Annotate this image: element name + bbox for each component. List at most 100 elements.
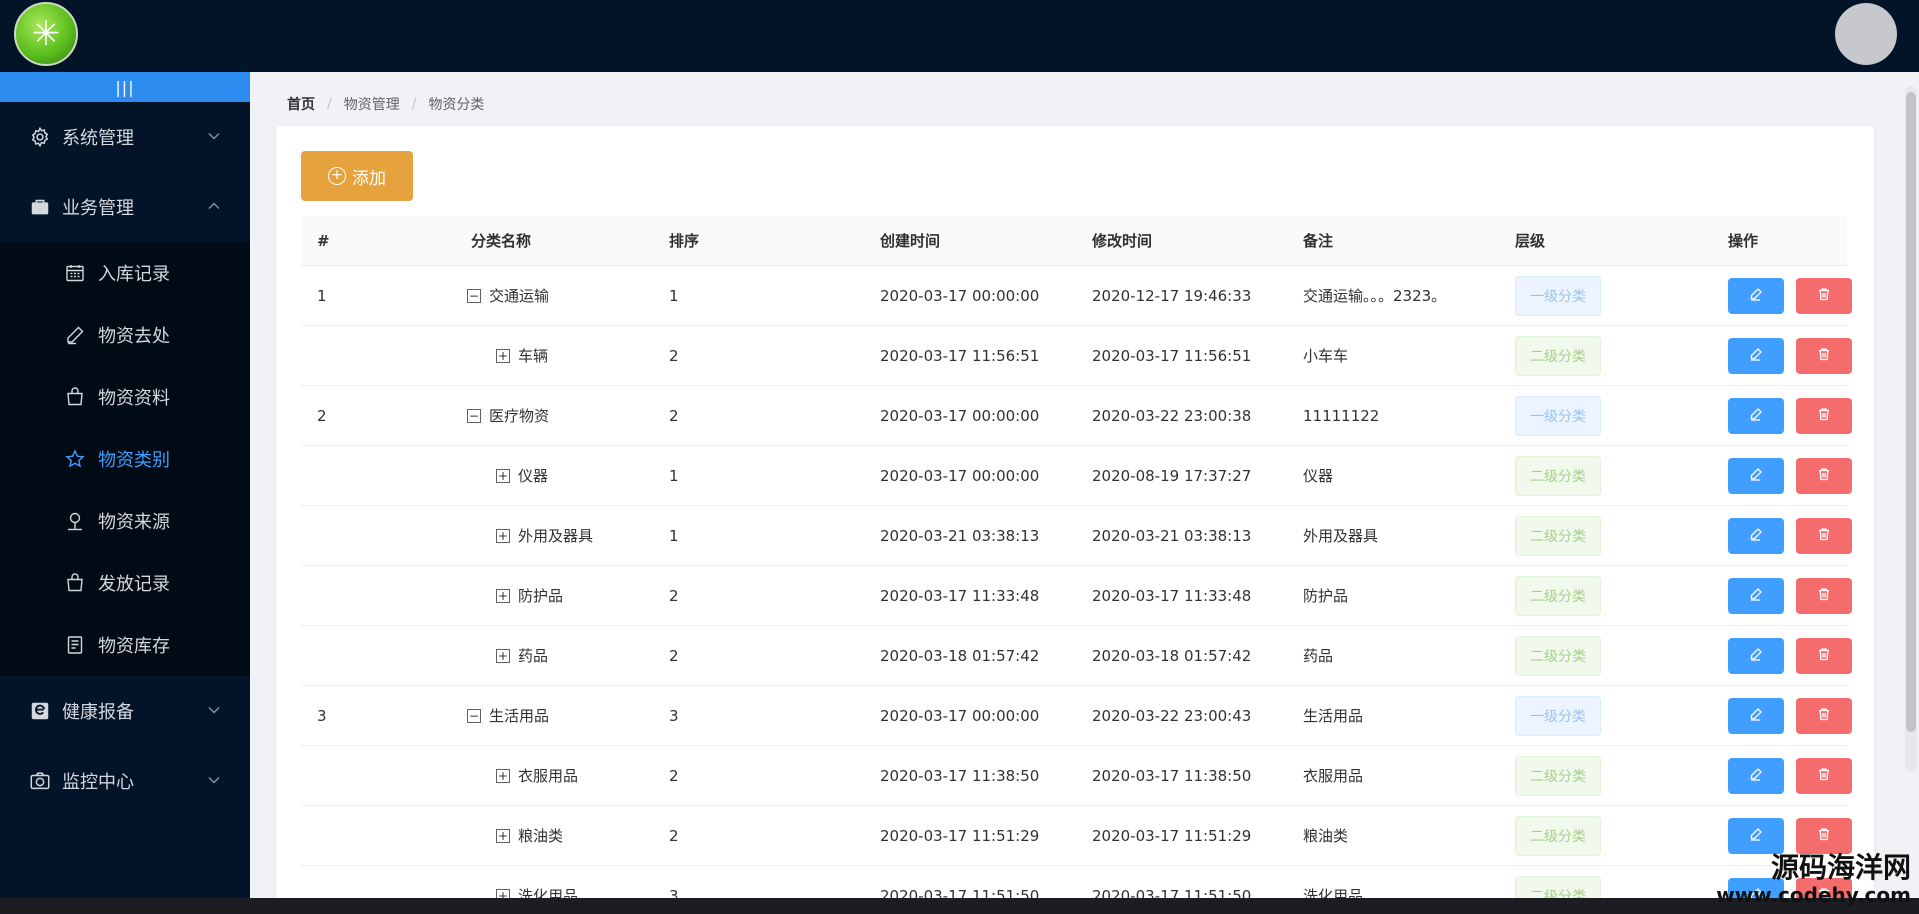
delete-button[interactable] (1796, 337, 1852, 374)
breadcrumb-home[interactable]: 首页 (287, 94, 315, 114)
camera-icon (28, 769, 52, 793)
cell-actions (1728, 457, 1919, 494)
add-button[interactable]: + 添加 (301, 151, 413, 201)
delete-button[interactable] (1796, 277, 1852, 314)
trash-icon (1817, 527, 1831, 545)
level-tag: 一级分类 (1515, 395, 1601, 436)
delete-button[interactable] (1796, 397, 1852, 434)
sidebar-group-monitor[interactable]: 监控中心 (0, 746, 250, 816)
collapse-icon[interactable]: − (467, 408, 481, 423)
cell-index: 3 (317, 706, 327, 725)
collapse-icon[interactable]: − (467, 288, 481, 303)
column-header-actions: 操作 (1728, 232, 1759, 250)
sidebar-item-distribution-records[interactable]: 发放记录 (0, 552, 250, 614)
expand-icon[interactable]: + (496, 588, 510, 603)
cell-actions (1728, 397, 1919, 434)
watermark-line2: www.codehy.com (1716, 883, 1911, 907)
edit-button[interactable] (1728, 697, 1784, 734)
trash-icon (1817, 347, 1831, 365)
cell-name-text: 医疗物资 (489, 407, 550, 425)
page-scrollbar[interactable] (1905, 86, 1917, 772)
delete-button[interactable] (1796, 577, 1852, 614)
column-header-created: 创建时间 (880, 232, 941, 250)
table-row: 2− 医疗物资 2 2020-03-17 00:00:00 2020-03-22 23:… (301, 386, 1852, 446)
level-tag: 二级分类 (1515, 575, 1601, 616)
cell-name-text: 药品 (518, 647, 549, 665)
sidebar-item-material-data[interactable]: 物资资料 (0, 366, 250, 428)
cell-created: 2020-03-17 11:51:29 (880, 826, 1040, 845)
business-submenu: 入库记录 物资去处 物资资料 物资类别 物资来源 发放记录 物资库存 (0, 242, 250, 676)
table-row: + 粮油类 2 2020-03-17 11:51:29 2020-03-17 11:51… (301, 806, 1852, 866)
edit-button[interactable] (1728, 277, 1784, 314)
column-header-index: # (317, 231, 330, 250)
expand-icon[interactable]: + (496, 828, 510, 843)
sidebar-item-material-source[interactable]: 物资来源 (0, 490, 250, 552)
briefcase-icon (28, 195, 52, 219)
cell-created: 2020-03-18 01:57:42 (880, 646, 1040, 665)
edit-button[interactable] (1728, 517, 1784, 554)
cell-name-text: 交通运输 (489, 287, 550, 305)
cell-sort: 2 (669, 646, 679, 665)
expand-icon[interactable]: + (496, 348, 510, 363)
cell-sort: 2 (669, 406, 679, 425)
edit-button[interactable] (1728, 337, 1784, 374)
cell-modified: 2020-12-17 19:46:33 (1092, 286, 1252, 305)
sidebar-item-material-inventory[interactable]: 物资库存 (0, 614, 250, 676)
edit-icon (1749, 587, 1763, 605)
breadcrumb-current: 物资分类 (428, 97, 485, 113)
delete-button[interactable] (1796, 697, 1852, 734)
cell-modified: 2020-03-18 01:57:42 (1092, 646, 1252, 665)
sidebar-group-health[interactable]: 健康报备 (0, 676, 250, 746)
expand-icon[interactable]: + (496, 768, 510, 783)
cell-modified: 2020-03-17 11:33:48 (1092, 586, 1252, 605)
delete-button[interactable] (1796, 637, 1852, 674)
edit-button[interactable] (1728, 637, 1784, 674)
os-taskbar (0, 898, 1919, 914)
star-icon (64, 448, 86, 470)
expand-icon[interactable]: + (496, 468, 510, 483)
cell-level: 二级分类 (1515, 335, 1728, 376)
delete-button[interactable] (1796, 457, 1852, 494)
sidebar-item-material-category[interactable]: 物资类别 (0, 428, 250, 490)
expand-icon[interactable]: + (496, 528, 510, 543)
cell-remark: 仪器 (1303, 467, 1334, 485)
sidebar-item-material-destination[interactable]: 物资去处 (0, 304, 250, 366)
cell-remark: 衣服用品 (1303, 767, 1364, 785)
column-header-remark: 备注 (1303, 232, 1334, 250)
edit-icon (1749, 827, 1763, 845)
sidebar-item-label: 发放记录 (98, 574, 170, 595)
cell-actions (1728, 697, 1919, 734)
bag-icon (64, 386, 86, 408)
collapse-icon[interactable]: − (467, 708, 481, 723)
user-avatar[interactable] (1835, 3, 1897, 65)
expand-icon[interactable]: + (496, 648, 510, 663)
sidebar-group-system[interactable]: 系统管理 (0, 102, 250, 172)
edit-button[interactable] (1728, 577, 1784, 614)
edit-button[interactable] (1728, 457, 1784, 494)
sidebar-group-business[interactable]: 业务管理 (0, 172, 250, 242)
cell-name: + 外用及器具 (387, 525, 669, 546)
level-tag: 二级分类 (1515, 455, 1601, 496)
level-tag: 一级分类 (1515, 275, 1601, 316)
cell-name-text: 车辆 (518, 347, 549, 365)
edit-button[interactable] (1728, 817, 1784, 854)
column-header-level: 层级 (1515, 232, 1546, 250)
cell-level: 一级分类 (1515, 275, 1728, 316)
edit-button[interactable] (1728, 757, 1784, 794)
delete-button[interactable] (1796, 757, 1852, 794)
sidebar-item-inbound-records[interactable]: 入库记录 (0, 242, 250, 304)
cell-remark: 粮油类 (1303, 827, 1349, 845)
edit-button[interactable] (1728, 397, 1784, 434)
delete-button[interactable] (1796, 517, 1852, 554)
delete-button[interactable] (1796, 817, 1852, 854)
sidebar-collapse-toggle[interactable]: ||| (0, 72, 250, 102)
cell-name: + 衣服用品 (387, 765, 669, 786)
column-header-name: 分类名称 (471, 232, 532, 250)
scrollbar-thumb[interactable] (1906, 92, 1916, 732)
content-card: + 添加 # 分类名称 排序 创建时间 修改时间 备注 层级 操作 1− 交通运输… (276, 126, 1874, 914)
chevron-down-icon (204, 770, 224, 790)
bag-icon (64, 572, 86, 594)
cell-name-text: 衣服用品 (518, 767, 579, 785)
trash-icon (1817, 707, 1831, 725)
app-logo[interactable]: ✳ (14, 2, 78, 66)
